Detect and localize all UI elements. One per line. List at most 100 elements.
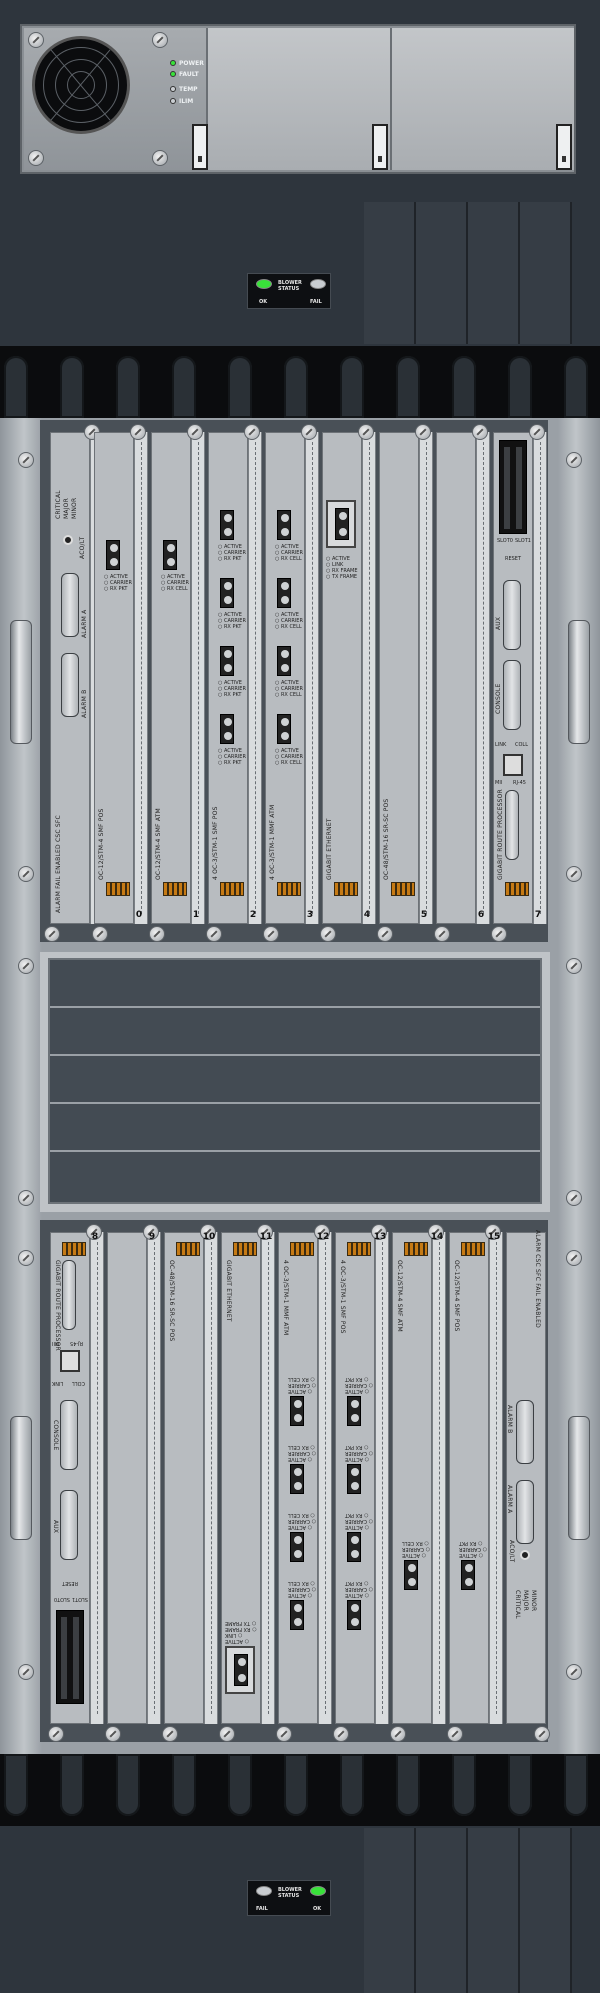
console-label: CONSOLE <box>52 1420 59 1451</box>
alarm-a-label: ALARM A <box>506 1485 513 1514</box>
chassis-handle-left-lower[interactable] <box>10 1416 32 1540</box>
fiber-port[interactable] <box>234 1654 248 1686</box>
fiber-port[interactable] <box>404 1560 418 1590</box>
critical-label: CRITICAL <box>514 1590 521 1619</box>
fiber-port[interactable] <box>277 646 291 676</box>
alarm-b-connector[interactable] <box>516 1400 534 1464</box>
screw-icon <box>447 1726 463 1742</box>
psu-handle[interactable] <box>192 124 208 170</box>
slot-number: 4 <box>363 910 371 920</box>
fiber-port[interactable] <box>277 510 291 540</box>
port-led-label: ○ CARRIER <box>345 1450 373 1456</box>
psu-handle[interactable] <box>556 124 572 170</box>
fiber-port[interactable] <box>220 714 234 744</box>
screw-icon <box>276 1726 292 1742</box>
status-led-array <box>404 1242 428 1256</box>
temp-led <box>170 86 176 92</box>
port-led-label: ○ RX CELL <box>288 1376 315 1382</box>
mii-label: MII <box>52 1340 60 1346</box>
fiber-port[interactable] <box>347 1396 361 1426</box>
reset-label: RESET <box>62 1580 79 1586</box>
status-led-array <box>163 882 187 896</box>
port-led-label: ○ RX PKT <box>218 692 242 698</box>
screw-icon <box>149 926 165 942</box>
blower-ok-label: OK <box>313 1906 322 1912</box>
fiber-port[interactable] <box>220 578 234 608</box>
slot-number: 15 <box>487 1232 501 1242</box>
card-type-label: GIGABIT ETHERNET <box>326 818 333 880</box>
card-ejector-rail <box>191 432 205 924</box>
pcmcia-slots[interactable] <box>56 1610 84 1704</box>
card-type-label: OC-48/STM-16 SR-SC POS <box>383 798 390 880</box>
console-port[interactable] <box>60 1400 78 1470</box>
status-led-array <box>106 882 130 896</box>
status-led-array <box>391 882 415 896</box>
slot-number: 6 <box>477 910 485 920</box>
blower-fail-led <box>310 279 326 289</box>
aux-port[interactable] <box>60 1490 78 1560</box>
blower-fail-led <box>256 1886 272 1896</box>
link-label: LINK <box>52 1380 64 1386</box>
port-led-label: ○ LINK <box>225 1632 243 1638</box>
cable-management-bottom <box>0 1754 600 1826</box>
mii-label: MII <box>495 780 503 786</box>
chassis-handle-left-upper[interactable] <box>10 620 32 744</box>
screw-icon <box>152 150 168 166</box>
pcmcia-slots[interactable] <box>499 440 527 534</box>
gigabit-port[interactable] <box>326 500 356 548</box>
fiber-port[interactable] <box>106 540 120 570</box>
alarm-a-connector[interactable] <box>516 1480 534 1544</box>
screw-icon <box>491 926 507 942</box>
slot-number: 3 <box>306 910 314 920</box>
rj45-port[interactable] <box>503 754 523 776</box>
fiber-port[interactable] <box>347 1600 361 1630</box>
port-led-label: ○ RX FRAME <box>225 1626 257 1632</box>
console-port[interactable] <box>503 660 521 730</box>
screw-icon <box>377 926 393 942</box>
fiber-port[interactable] <box>290 1600 304 1630</box>
power-supply-blank-1 <box>208 28 392 170</box>
fiber-port[interactable] <box>461 1560 475 1590</box>
fiber-port[interactable] <box>335 508 349 540</box>
slot-number: 11 <box>259 1232 273 1242</box>
blower-subtitle: STATUS <box>278 286 300 292</box>
mii-port[interactable] <box>62 1260 76 1330</box>
coll-label: COLL <box>515 742 528 748</box>
rj45-label: RJ-45 <box>513 780 526 786</box>
major-label: MAJOR <box>522 1590 529 1611</box>
fiber-port[interactable] <box>277 578 291 608</box>
bottom-vent <box>364 1828 572 1993</box>
fault-led <box>170 71 176 77</box>
fiber-port[interactable] <box>290 1396 304 1426</box>
cable-management-top <box>0 346 600 418</box>
port-led-label: ○ RX CELL <box>275 692 302 698</box>
psu-handle[interactable] <box>372 124 388 170</box>
fiber-port[interactable] <box>163 540 177 570</box>
fiber-port[interactable] <box>220 646 234 676</box>
port-led-label: ○ RX CELL <box>275 760 302 766</box>
mii-port[interactable] <box>505 790 519 860</box>
port-led-label: ○ RX CELL <box>288 1444 315 1450</box>
fiber-port[interactable] <box>347 1532 361 1562</box>
status-led-array <box>347 1242 371 1256</box>
chassis-handle-right-lower[interactable] <box>568 1416 590 1540</box>
aux-port[interactable] <box>503 580 521 650</box>
fiber-port[interactable] <box>347 1464 361 1494</box>
card-type-label: OC-12/STM-4 SMF POS <box>453 1260 460 1332</box>
screw-icon <box>105 1726 121 1742</box>
fiber-port[interactable] <box>290 1464 304 1494</box>
rj45-port[interactable] <box>60 1350 80 1372</box>
fiber-port[interactable] <box>277 714 291 744</box>
aux-label: AUX <box>52 1520 59 1534</box>
slot0-label: SLOT0 <box>497 538 513 544</box>
fiber-port[interactable] <box>290 1532 304 1562</box>
rj45-label: RJ-45 <box>70 1340 83 1346</box>
fiber-port[interactable] <box>220 510 234 540</box>
power-label: POWER <box>179 60 204 67</box>
aco-lt-button[interactable] <box>520 1550 530 1560</box>
screw-icon <box>28 150 44 166</box>
gigabit-port[interactable] <box>225 1646 255 1694</box>
chassis-handle-right-upper[interactable] <box>568 620 590 744</box>
console-label: CONSOLE <box>495 683 502 714</box>
screw-icon <box>415 424 431 440</box>
